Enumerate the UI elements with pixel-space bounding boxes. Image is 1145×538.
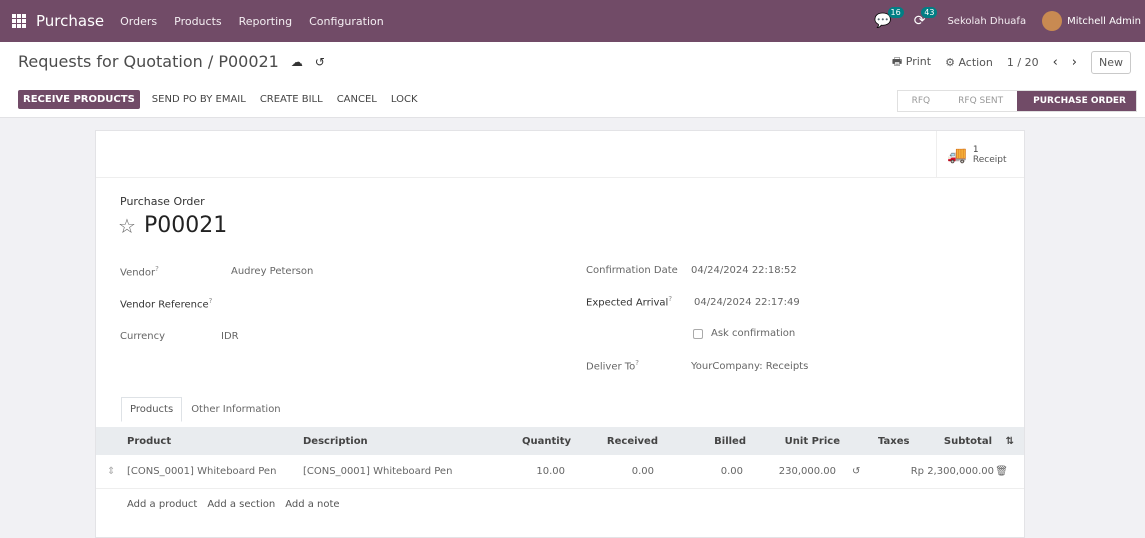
- table-row[interactable]: ⇕ [CONS_0001] Whiteboard Pen [CONS_0001]…: [96, 455, 1024, 489]
- deliver-to-label: Deliver To?: [586, 359, 640, 373]
- user-menu[interactable]: Mitchell Admin: [1067, 16, 1141, 27]
- currency-label: Currency: [120, 331, 166, 342]
- vendor-field[interactable]: Audrey Peterson: [231, 266, 313, 277]
- notebook-tabs: Products Other Information: [121, 397, 290, 422]
- table-header: Product Description Quantity Received Bi…: [96, 427, 1024, 455]
- vendor-label: Vendor?: [120, 265, 159, 279]
- confirmation-date-field[interactable]: 04/24/2024 22:18:52: [691, 265, 797, 276]
- expected-arrival-field[interactable]: 04/24/2024 22:17:49: [694, 297, 800, 308]
- new-button[interactable]: New: [1091, 51, 1131, 74]
- col-description[interactable]: Description: [303, 436, 368, 447]
- pager-next-icon[interactable]: ›: [1072, 55, 1077, 70]
- breadcrumb: Requests for Quotation / P00021 ☁ ↺: [18, 52, 325, 71]
- activities-badge: 43: [921, 7, 938, 18]
- row-received[interactable]: 0.00: [632, 466, 654, 477]
- create-bill-button[interactable]: CREATE BILL: [260, 94, 323, 105]
- row-billed[interactable]: 0.00: [721, 466, 743, 477]
- user-avatar[interactable]: [1042, 11, 1063, 31]
- cloud-save-icon[interactable]: ☁: [291, 55, 303, 69]
- receive-products-button[interactable]: RECEIVE PRODUCTS: [18, 90, 140, 109]
- activities-icon[interactable]: ⟳ 43: [914, 7, 938, 29]
- receipt-count: 1: [972, 144, 979, 155]
- receipt-label: Receipt: [972, 154, 1007, 165]
- menu-orders[interactable]: Orders: [120, 15, 157, 28]
- delete-row-icon[interactable]: 🗑: [995, 466, 1008, 477]
- control-panel: Requests for Quotation / P00021 ☁ ↺ 🖶 Pr…: [0, 42, 1145, 118]
- lock-button[interactable]: LOCK: [391, 94, 418, 105]
- apps-menu-icon[interactable]: [12, 14, 26, 28]
- menu-configuration[interactable]: Configuration: [309, 15, 384, 28]
- send-po-email-button[interactable]: SEND PO BY EMAIL: [152, 94, 246, 105]
- action-button[interactable]: ⚙ Action: [945, 56, 993, 69]
- add-section-link[interactable]: Add a section: [207, 499, 275, 510]
- messages-badge: 16: [887, 7, 904, 18]
- row-subtotal: Rp 2,300,000.00: [910, 466, 994, 477]
- ask-confirmation-label: Ask confirmation: [711, 328, 796, 339]
- pager-value[interactable]: 1 / 20: [1007, 56, 1039, 69]
- company-switcher[interactable]: Sekolah Dhuafa: [947, 16, 1026, 27]
- app-name[interactable]: Purchase: [36, 12, 104, 30]
- cancel-button[interactable]: CANCEL: [337, 94, 377, 105]
- col-product[interactable]: Product: [127, 436, 171, 447]
- row-description[interactable]: [CONS_0001] Whiteboard Pen: [303, 466, 452, 477]
- menu-products[interactable]: Products: [174, 15, 222, 28]
- receipt-smart-button[interactable]: 🚚 1 Receipt: [936, 131, 1024, 178]
- tab-other-information[interactable]: Other Information: [182, 397, 289, 422]
- row-unit-price[interactable]: 230,000.00: [779, 466, 836, 477]
- document-name: P00021: [143, 213, 228, 238]
- expected-arrival-label: Expected Arrival?: [586, 295, 673, 309]
- col-quantity[interactable]: Quantity: [522, 436, 571, 447]
- status-purchase-order[interactable]: PURCHASE ORDER: [1017, 91, 1136, 111]
- messages-icon[interactable]: 💬 16: [874, 7, 904, 29]
- menu-reporting[interactable]: Reporting: [239, 15, 292, 28]
- truck-icon: 🚚: [947, 145, 967, 164]
- top-navbar: Purchase Orders Products Reporting Confi…: [0, 0, 1145, 42]
- discard-icon[interactable]: ↺: [315, 55, 325, 69]
- star-icon[interactable]: ☆: [118, 214, 136, 238]
- form-sheet: 🚚 1 Receipt Purchase Order ☆ P00021 Vend…: [95, 130, 1025, 538]
- row-product[interactable]: [CONS_0001] Whiteboard Pen: [127, 466, 276, 477]
- col-received[interactable]: Received: [607, 436, 658, 447]
- action-label: Action: [958, 56, 993, 69]
- vendor-reference-field[interactable]: [231, 297, 431, 311]
- action-buttons: RECEIVE PRODUCTS SEND PO BY EMAIL CREATE…: [18, 90, 432, 109]
- column-settings-icon[interactable]: ⇅: [1006, 436, 1014, 447]
- ask-confirmation-checkbox[interactable]: [693, 329, 703, 339]
- add-note-link[interactable]: Add a note: [285, 499, 339, 510]
- print-label: Print: [905, 55, 932, 68]
- status-rfq-sent[interactable]: RFQ SENT: [944, 91, 1017, 111]
- breadcrumb-text[interactable]: Requests for Quotation / P00021: [18, 52, 279, 71]
- vendor-reference-label: Vendor Reference?: [120, 297, 213, 311]
- add-product-link[interactable]: Add a product: [127, 499, 197, 510]
- status-rfq[interactable]: RFQ: [898, 91, 945, 111]
- col-unit-price[interactable]: Unit Price: [785, 436, 840, 447]
- drag-handle-icon[interactable]: ⇕: [107, 466, 115, 477]
- pager-prev-icon[interactable]: ‹: [1053, 55, 1058, 70]
- tab-products[interactable]: Products: [121, 397, 183, 422]
- price-history-icon[interactable]: ↺: [852, 466, 860, 477]
- col-subtotal[interactable]: Subtotal: [944, 436, 992, 447]
- order-lines-table: Product Description Quantity Received Bi…: [96, 427, 1024, 519]
- col-taxes[interactable]: Taxes: [878, 436, 909, 447]
- button-box: 🚚 1 Receipt: [96, 131, 1024, 178]
- currency-field[interactable]: IDR: [221, 331, 239, 342]
- status-bar: RFQ RFQ SENT PURCHASE ORDER: [896, 90, 1137, 112]
- col-billed[interactable]: Billed: [714, 436, 746, 447]
- row-quantity[interactable]: 10.00: [536, 466, 565, 477]
- add-line-links: Add a product Add a section Add a note: [96, 489, 1024, 519]
- document-type-label: Purchase Order: [120, 195, 205, 208]
- print-button[interactable]: 🖶 Print: [892, 53, 931, 72]
- deliver-to-field[interactable]: YourCompany: Receipts: [691, 361, 808, 372]
- confirmation-date-label: Confirmation Date: [586, 265, 678, 276]
- page-title: ☆ P00021: [118, 213, 227, 238]
